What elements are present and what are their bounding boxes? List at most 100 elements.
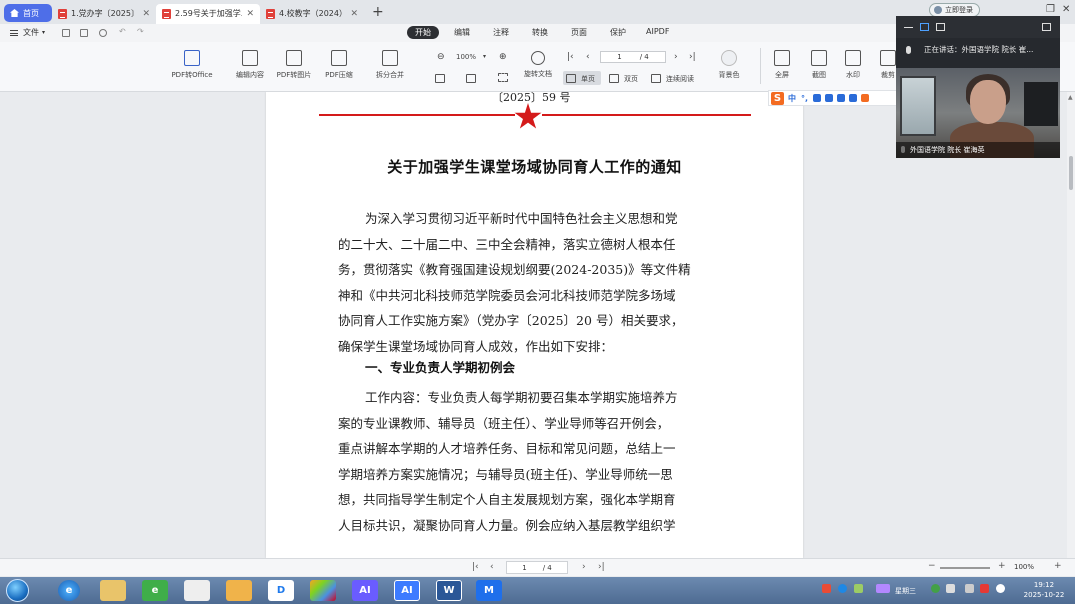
pdf-compress-button[interactable]: PDF压缩 <box>322 50 356 80</box>
pdf-to-office-button[interactable]: PDF转Office <box>167 50 217 80</box>
zoom-level[interactable]: 100% <box>456 53 476 61</box>
media-player-icon[interactable] <box>226 580 252 601</box>
last-page-icon[interactable]: ›| <box>598 562 605 572</box>
document-viewport[interactable]: 〔2025〕59 号 关于加强学生课堂场域协同育人工作的通知 为深入学习贯彻习近… <box>0 92 1075 558</box>
screenshot-button[interactable]: 截图 <box>807 50 831 80</box>
file-menu[interactable]: 文件 ▾ <box>10 27 45 38</box>
ai-assistant-icon[interactable]: AI <box>394 580 420 601</box>
zoom-level[interactable]: 100% <box>1014 563 1034 571</box>
fit-page-icon[interactable] <box>466 74 476 83</box>
help-tray-icon[interactable] <box>838 584 847 593</box>
next-page-icon[interactable]: › <box>582 562 586 572</box>
continuous-read-icon[interactable] <box>651 74 661 83</box>
zoom-out-icon[interactable]: − <box>928 561 936 571</box>
open-folder-icon[interactable] <box>62 29 70 37</box>
zoom-out-icon[interactable]: ⊖ <box>437 52 445 62</box>
zoom-in-icon[interactable]: ⊕ <box>499 52 507 62</box>
scroll-up-icon[interactable]: ▲ <box>1068 94 1073 101</box>
double-page-label[interactable]: 双页 <box>624 74 638 84</box>
wechat-tray-icon[interactable] <box>931 584 940 593</box>
login-button[interactable]: 立即登录 <box>929 3 980 17</box>
start-button[interactable] <box>6 579 29 602</box>
fullscreen-button[interactable]: 全屏 <box>770 50 794 80</box>
file-explorer-icon[interactable] <box>100 580 126 601</box>
background-color-button[interactable]: 背景色 <box>712 50 746 80</box>
last-page-icon[interactable]: ›| <box>689 52 696 62</box>
ai-app-icon[interactable]: AI <box>352 580 378 601</box>
pdf-to-image-button[interactable]: PDF转图片 <box>273 50 315 80</box>
first-page-icon[interactable]: |‹ <box>472 562 479 572</box>
prev-page-icon[interactable]: ‹ <box>490 562 494 572</box>
chat-tray-icon[interactable] <box>946 584 955 593</box>
keyboard-icon[interactable] <box>825 94 834 102</box>
edit-content-button[interactable]: 编辑内容 <box>232 50 268 80</box>
tab-document-1[interactable]: 1.党办字〔2025〕... ✕ <box>52 4 156 24</box>
skin-icon[interactable] <box>837 94 846 102</box>
minimize-icon[interactable] <box>904 27 913 28</box>
tab-page[interactable]: 页面 <box>571 27 587 38</box>
browser-icon[interactable]: e <box>142 580 168 601</box>
double-page-icon[interactable] <box>609 74 619 83</box>
tab-start[interactable]: 开始 <box>407 26 439 39</box>
save-icon[interactable] <box>80 29 88 37</box>
watermark-button[interactable]: 水印 <box>840 50 866 80</box>
first-page-icon[interactable]: |‹ <box>567 52 574 62</box>
zoom-slider[interactable] <box>940 567 990 569</box>
calculator-icon[interactable] <box>184 580 210 601</box>
page-number-input[interactable]: 1 / 4 <box>600 51 666 63</box>
undo-icon[interactable]: ↶ <box>119 27 126 36</box>
close-icon[interactable]: ✕ <box>246 9 254 19</box>
ime-toolbar[interactable]: S 中 °, <box>768 90 898 106</box>
expand-icon[interactable] <box>1042 23 1051 31</box>
single-page-icon[interactable] <box>566 74 576 83</box>
internet-explorer-icon[interactable]: e <box>58 580 80 601</box>
tab-document-2[interactable]: 2.59号关于加强学... ✕ <box>156 3 260 24</box>
monitor-tray-icon[interactable] <box>965 584 974 593</box>
video-call-window[interactable]: 正在讲话：外国语学院 院长 崔... 外国语学院 院长 崔海英 <box>896 16 1060 158</box>
redo-icon[interactable]: ↷ <box>137 27 144 36</box>
app-grid-icon[interactable] <box>310 580 336 601</box>
meeting-app-icon[interactable]: M <box>476 580 502 601</box>
ime-extra-icon[interactable] <box>861 94 870 102</box>
zoom-in-icon[interactable]: + <box>1054 561 1062 571</box>
close-icon[interactable]: ✕ <box>142 9 150 19</box>
status-page-input[interactable]: 1 / 4 <box>506 561 568 574</box>
fit-width-icon[interactable] <box>498 73 508 82</box>
tab-convert[interactable]: 转换 <box>532 27 548 38</box>
volume-tray-icon[interactable] <box>996 584 1005 593</box>
actual-size-icon[interactable] <box>435 74 445 83</box>
zoom-in-icon[interactable]: + <box>998 561 1006 571</box>
next-page-icon[interactable]: › <box>674 52 678 62</box>
calendar-tray-icon[interactable] <box>876 584 890 593</box>
split-merge-button[interactable]: 拆分合并 <box>368 50 412 80</box>
word-icon[interactable]: W <box>436 580 462 601</box>
tab-annotate[interactable]: 注释 <box>493 27 509 38</box>
rotate-document-button[interactable]: 旋转文档 <box>521 51 555 79</box>
system-clock[interactable]: 19:12 2025-10-22 <box>1016 580 1072 600</box>
ime-punctuation[interactable]: °, <box>801 94 808 103</box>
network-tray-icon[interactable] <box>854 584 863 593</box>
mic-icon[interactable] <box>813 94 822 102</box>
restore-window-icon[interactable]: ❐ <box>1046 4 1055 15</box>
tab-protect[interactable]: 保护 <box>610 27 626 38</box>
grid-view-icon[interactable] <box>936 23 945 31</box>
continuous-read-label[interactable]: 连续阅读 <box>666 74 694 84</box>
crop-button[interactable]: 裁剪 <box>878 50 898 80</box>
tab-document-3[interactable]: 4.校教字（2024）... ✕ <box>260 4 364 24</box>
single-page-label[interactable]: 单页 <box>581 74 595 84</box>
dingtalk-icon[interactable]: D <box>268 580 294 601</box>
prev-page-icon[interactable]: ‹ <box>586 52 590 62</box>
close-icon[interactable]: ✕ <box>350 9 358 19</box>
scroll-thumb[interactable] <box>1069 156 1073 190</box>
toolbox-icon[interactable] <box>849 94 858 102</box>
chevron-down-icon[interactable]: ▾ <box>483 53 486 60</box>
security-tray-icon[interactable] <box>980 584 989 593</box>
window-icon[interactable] <box>920 23 929 31</box>
vertical-scrollbar[interactable]: ▲ <box>1067 92 1075 558</box>
tab-aipdf[interactable]: AIPDF <box>646 27 669 36</box>
sogou-tray-icon[interactable] <box>822 584 831 593</box>
tab-home[interactable]: 首页 <box>4 4 52 22</box>
new-tab-button[interactable]: + <box>372 4 384 20</box>
tab-edit[interactable]: 编辑 <box>454 27 470 38</box>
close-window-icon[interactable]: ✕ <box>1062 4 1070 15</box>
